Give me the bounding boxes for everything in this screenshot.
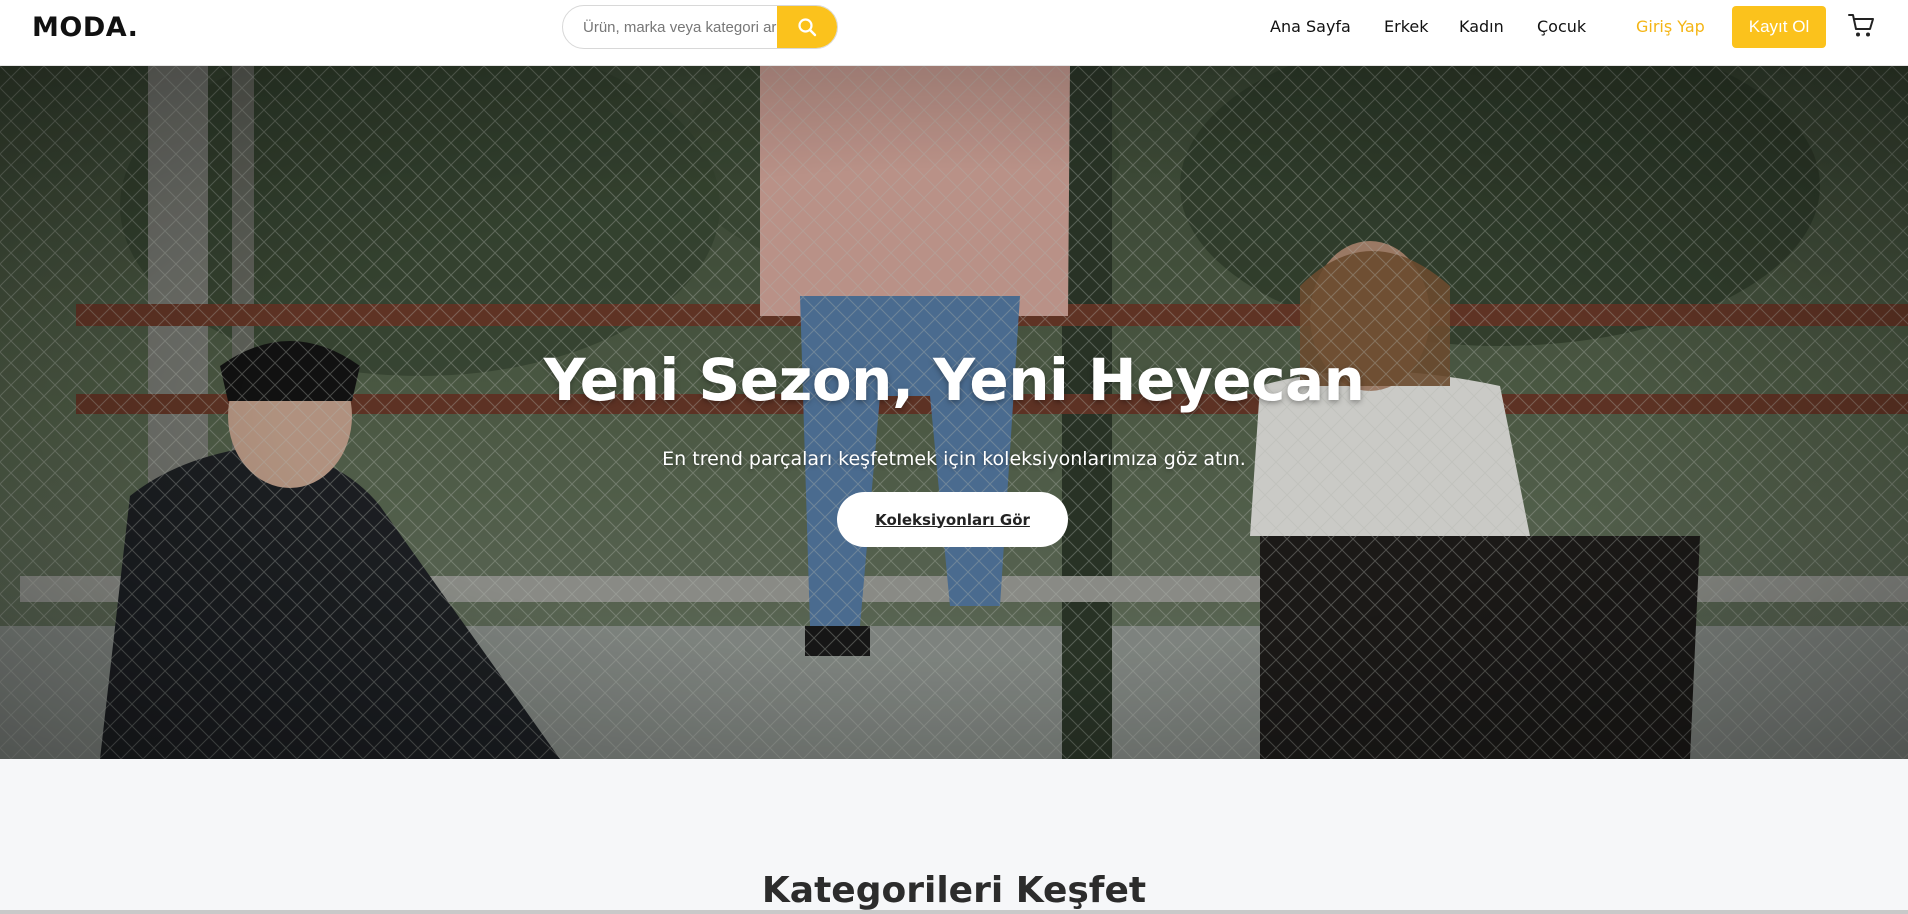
categories-title: Kategorileri Keşfet — [761, 870, 1147, 911]
nav-item-men[interactable]: Erkek — [1384, 17, 1429, 36]
register-button[interactable]: Kayıt Ol — [1732, 6, 1826, 48]
search-button[interactable] — [777, 6, 837, 48]
hero-banner: Yeni Sezon, Yeni Heyecan En trend parçal… — [0, 66, 1908, 759]
window-bottom-edge — [0, 910, 1908, 914]
hero-subtitle: En trend parçaları keşfetmek için koleks… — [662, 448, 1246, 470]
view-collections-button[interactable]: Koleksiyonları Gör — [837, 492, 1068, 547]
search-icon — [798, 18, 817, 37]
search-bar — [562, 5, 838, 49]
hero-title: Yeni Sezon, Yeni Heyecan — [543, 346, 1365, 414]
nav-item-home[interactable]: Ana Sayfa — [1270, 17, 1351, 36]
cart-icon — [1848, 14, 1874, 37]
search-input[interactable] — [563, 6, 779, 48]
site-header: MODA. Ana Sayfa Erkek Kadın Çocuk Giriş … — [0, 0, 1908, 66]
cart-button[interactable] — [1848, 13, 1876, 39]
login-link[interactable]: Giriş Yap — [1636, 17, 1705, 36]
nav-item-kids[interactable]: Çocuk — [1537, 17, 1586, 36]
site-logo[interactable]: MODA. — [32, 12, 138, 43]
nav-item-women[interactable]: Kadın — [1459, 17, 1504, 36]
